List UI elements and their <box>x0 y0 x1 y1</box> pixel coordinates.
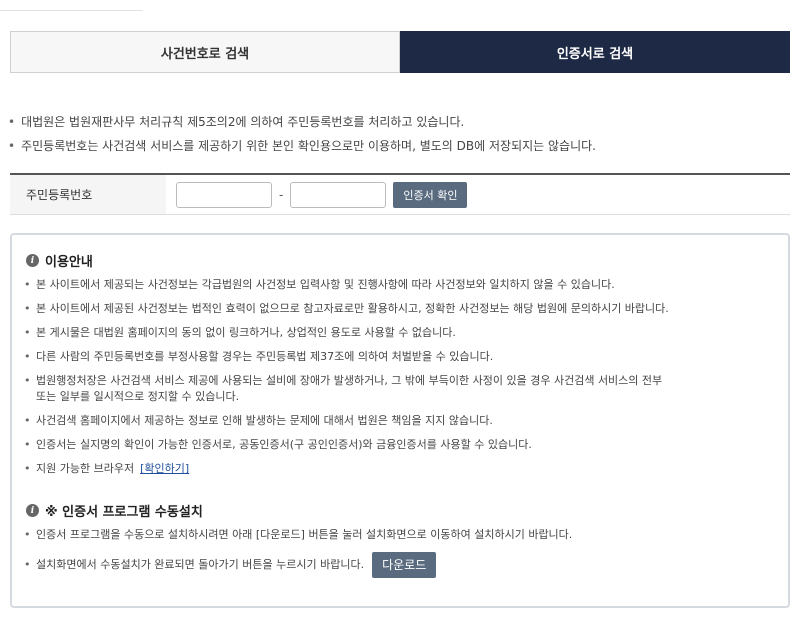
certificate-confirm-button[interactable]: 인증서 확인 <box>393 181 468 208</box>
notice-item: 대법원은 법원재판사무 처리규칙 제5조의2에 의하여 주민등록번호를 처리하고… <box>8 111 788 135</box>
browser-support-text: 지원 가능한 브라우저 <box>36 462 135 475</box>
resident-number-first-input[interactable] <box>176 181 272 208</box>
guide-item: 본 사이트에서 제공되는 사건정보는 각급법원의 사건정보 입력사항 및 진행사… <box>24 277 744 301</box>
guide-item-continuation: 또는 일부를 일시적으로 정지할 수 있습니다. <box>36 390 240 403</box>
install-item-download: 설치화면에서 수동설치가 완료되면 돌아가기 버튼을 누르시기 바랍니다. 다운로… <box>24 551 744 579</box>
guide-item: 인증서는 실지명의 확인이 가능한 인증서로, 공동인증서(구 공인인증서)와 … <box>24 437 744 461</box>
search-tabs: 사건번호로 검색 인증서로 검색 <box>10 31 790 73</box>
install-guide-title: ※ 인증서 프로그램 수동설치 <box>45 505 203 520</box>
resident-number-second-input[interactable] <box>290 181 387 208</box>
tab-certificate-search[interactable]: 인증서로 검색 <box>400 31 790 73</box>
install-item-text: 설치화면에서 수동설치가 완료되면 돌아가기 버튼을 누르시기 바랍니다. <box>36 558 365 571</box>
install-item: 인증서 프로그램을 수동으로 설치하시려면 아래 [다운로드] 버튼을 눌러 설… <box>24 527 744 551</box>
guide-item: 본 사이트에서 제공된 사건정보는 법적인 효력이 없으므로 참고자료로만 활용… <box>24 301 744 325</box>
notice-item: 주민등록번호는 사건검색 서비스를 제공하기 위한 본인 확인용으로만 이용하며… <box>8 135 788 159</box>
top-divider <box>0 10 143 11</box>
guide-item-browser: 지원 가능한 브라우저 [확인하기] <box>24 461 744 485</box>
install-guide-heading: i ※ 인증서 프로그램 수동설치 <box>26 501 203 520</box>
info-icon: i <box>26 254 39 267</box>
usage-guide-title: 이용안내 <box>45 255 93 270</box>
privacy-notice: 대법원은 법원재판사무 처리규칙 제5조의2에 의하여 주민등록번호를 처리하고… <box>8 111 788 159</box>
separator-dash: - <box>279 187 284 202</box>
guide-item: 본 게시물은 대법원 홈페이지의 동의 없이 링크하거나, 상업적인 용도로 사… <box>24 325 744 349</box>
guide-item: 법원행정처장은 사건검색 서비스 제공에 사용되는 설비에 장애가 발생하거나,… <box>24 373 744 389</box>
usage-guide-list: 본 사이트에서 제공되는 사건정보는 각급법원의 사건정보 입력사항 및 진행사… <box>24 277 744 485</box>
guide-item: 다른 사람의 주민등록번호를 부정사용할 경우는 주민등록법 제37조에 의하여… <box>24 349 744 373</box>
tab-case-number-search[interactable]: 사건번호로 검색 <box>10 31 400 73</box>
resident-number-form: 주민등록번호 - 인증서 확인 <box>10 173 790 215</box>
usage-guide-box: i 이용안내 본 사이트에서 제공되는 사건정보는 각급법원의 사건정보 입력사… <box>10 233 790 608</box>
usage-guide-heading: i 이용안내 <box>26 251 93 270</box>
resident-number-label: 주민등록번호 <box>10 175 166 214</box>
download-button[interactable]: 다운로드 <box>372 552 437 578</box>
guide-item: 사건검색 홈페이지에서 제공하는 정보로 인해 발생하는 문제에 대해서 법원은… <box>24 413 744 437</box>
browser-check-link[interactable]: [확인하기] <box>140 462 189 475</box>
info-icon: i <box>26 504 39 517</box>
install-guide-list: 인증서 프로그램을 수동으로 설치하시려면 아래 [다운로드] 버튼을 눌러 설… <box>24 527 744 579</box>
